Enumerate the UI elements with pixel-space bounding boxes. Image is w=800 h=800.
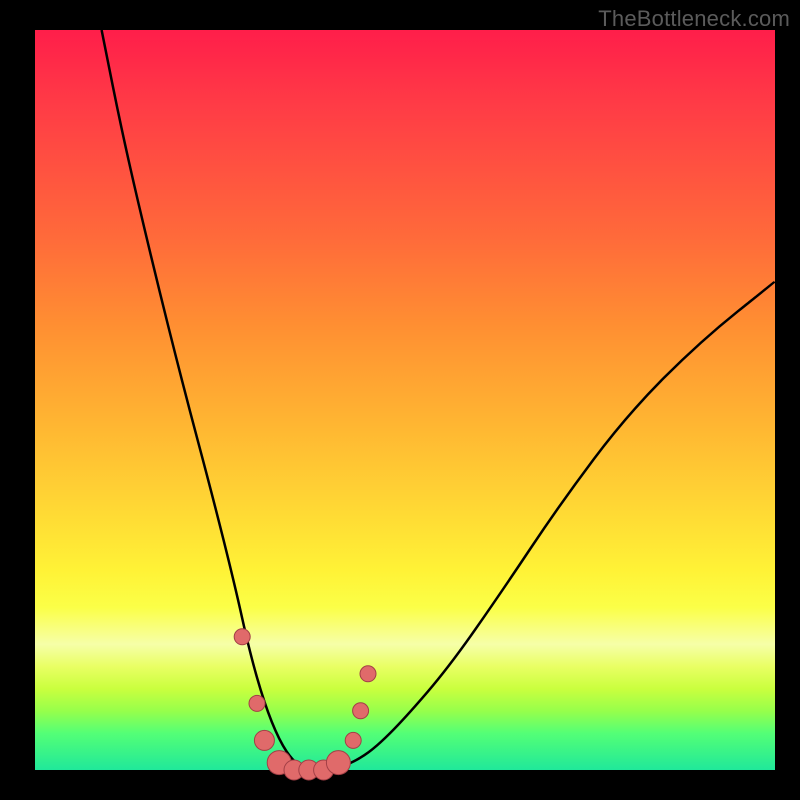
watermark-text: TheBottleneck.com — [598, 6, 790, 32]
chart-frame: TheBottleneck.com — [0, 0, 800, 800]
plot-area — [35, 30, 775, 770]
bottleneck-curve — [102, 30, 775, 770]
marker-dot — [234, 629, 250, 645]
marker-dot — [345, 732, 361, 748]
marker-dots — [234, 629, 376, 780]
chart-svg — [35, 30, 775, 770]
marker-dot — [249, 695, 265, 711]
marker-dot — [353, 703, 369, 719]
marker-dot — [254, 730, 274, 750]
marker-dot — [326, 751, 350, 775]
marker-dot — [360, 666, 376, 682]
